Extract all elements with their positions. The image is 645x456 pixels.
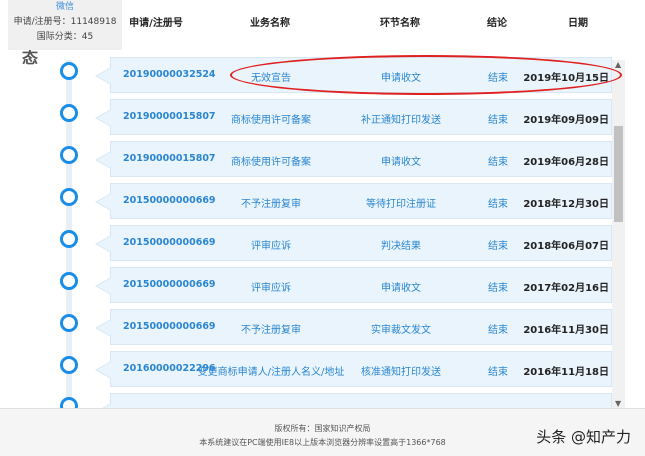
timeline-node	[60, 272, 78, 290]
date: 2016年11月30日	[523, 325, 609, 336]
table-row[interactable]: 20150000000669 不予注册复审 实审裁文发文 结束 2016年11月…	[95, 309, 612, 345]
app-number[interactable]: 20150000000669	[123, 195, 216, 206]
table-row[interactable]	[95, 393, 612, 408]
timeline-node	[60, 314, 78, 332]
page-footer: 版权所有：国家知识产权局 本系统建议在PC端使用IE8以上版本浏览器分辨率设置高…	[0, 408, 645, 456]
wechat-label[interactable]: 微信	[8, 0, 122, 15]
table-row[interactable]: 20190000015807 商标使用许可备案 补正通知打印发送 结束 2019…	[95, 99, 612, 135]
result: 结束	[488, 115, 508, 126]
step-name: 实审裁文发文	[371, 325, 431, 336]
business-name: 不予注册复审	[241, 199, 301, 210]
trademark-info-box: 微信 申请/注册号：11148918 国际分类：45	[8, 0, 122, 50]
timeline-node	[60, 146, 78, 164]
scroll-up-icon[interactable]: ▲	[615, 60, 621, 69]
col-app-number: 申请/注册号	[129, 18, 183, 29]
timeline-node	[60, 230, 78, 248]
app-number[interactable]: 20150000000669	[123, 237, 216, 248]
date: 2016年11月18日	[523, 367, 609, 378]
timeline-node	[60, 188, 78, 206]
table-row[interactable]: 20160000022296 变更商标申请人/注册人名义/地址 核准通知打印发送…	[95, 351, 612, 387]
watermark: 头条 @知产力	[536, 428, 631, 446]
result: 结束	[488, 199, 508, 210]
app-number[interactable]: 20190000032524	[123, 69, 216, 80]
app-number[interactable]: 20150000000669	[123, 321, 216, 332]
result: 结束	[488, 283, 508, 294]
col-date: 日期	[568, 18, 588, 29]
business-name: 评审应诉	[251, 283, 291, 294]
table-row[interactable]: 20150000000669 不予注册复审 等待打印注册证 结束 2018年12…	[95, 183, 612, 219]
step-name: 申请收文	[381, 157, 421, 168]
vertical-scrollbar[interactable]: ▲ ▼	[612, 60, 625, 408]
annotation-ellipse	[230, 55, 622, 95]
col-business: 业务名称	[250, 18, 290, 29]
result: 结束	[488, 157, 508, 168]
table-row[interactable]: 20150000000669 评审应诉 申请收文 结束 2017年02月16日	[95, 267, 612, 303]
date: 2017年02月16日	[523, 283, 609, 294]
col-step: 环节名称	[380, 18, 420, 29]
date: 2019年09月09日	[523, 115, 609, 126]
timeline-node	[60, 62, 78, 80]
info-intl-class: 国际分类：45	[36, 32, 94, 42]
step-name: 核准通知打印发送	[361, 367, 441, 378]
timeline-node	[60, 356, 78, 374]
table-row[interactable]: 20190000015807 商标使用许可备案 申请收文 结束 2019年06月…	[95, 141, 612, 177]
timeline-node	[60, 104, 78, 122]
table-row[interactable]: 20150000000669 评审应诉 判决结果 结束 2018年06月07日	[95, 225, 612, 261]
app-number[interactable]: 20150000000669	[123, 279, 216, 290]
business-name: 评审应诉	[251, 241, 291, 252]
scrollbar-thumb[interactable]	[614, 126, 623, 222]
date: 2018年12月30日	[523, 199, 609, 210]
step-name: 等待打印注册证	[366, 199, 436, 210]
step-name: 判决结果	[381, 241, 421, 252]
col-result: 结论	[487, 18, 507, 29]
result: 结束	[488, 241, 508, 252]
app-number[interactable]: 20190000015807	[123, 153, 216, 164]
result: 结束	[488, 325, 508, 336]
scroll-down-icon[interactable]: ▼	[615, 399, 621, 408]
business-name: 不予注册复审	[241, 325, 301, 336]
business-name: 商标使用许可备案	[231, 157, 311, 168]
date: 2019年06月28日	[523, 157, 609, 168]
timeline-node	[60, 397, 78, 408]
result: 结束	[488, 367, 508, 378]
records-panel: 20190000032524 无效宣告 申请收文 结束 2019年10月15日 …	[0, 0, 645, 408]
date: 2018年06月07日	[523, 241, 609, 252]
info-app-number: 申请/注册号：11148918	[13, 17, 117, 27]
step-name: 补正通知打印发送	[361, 115, 441, 126]
app-number[interactable]: 20190000015807	[123, 111, 216, 122]
step-name: 申请收文	[381, 283, 421, 294]
business-name: 商标使用许可备案	[231, 115, 311, 126]
business-name: 变更商标申请人/注册人名义/地址	[197, 367, 345, 378]
